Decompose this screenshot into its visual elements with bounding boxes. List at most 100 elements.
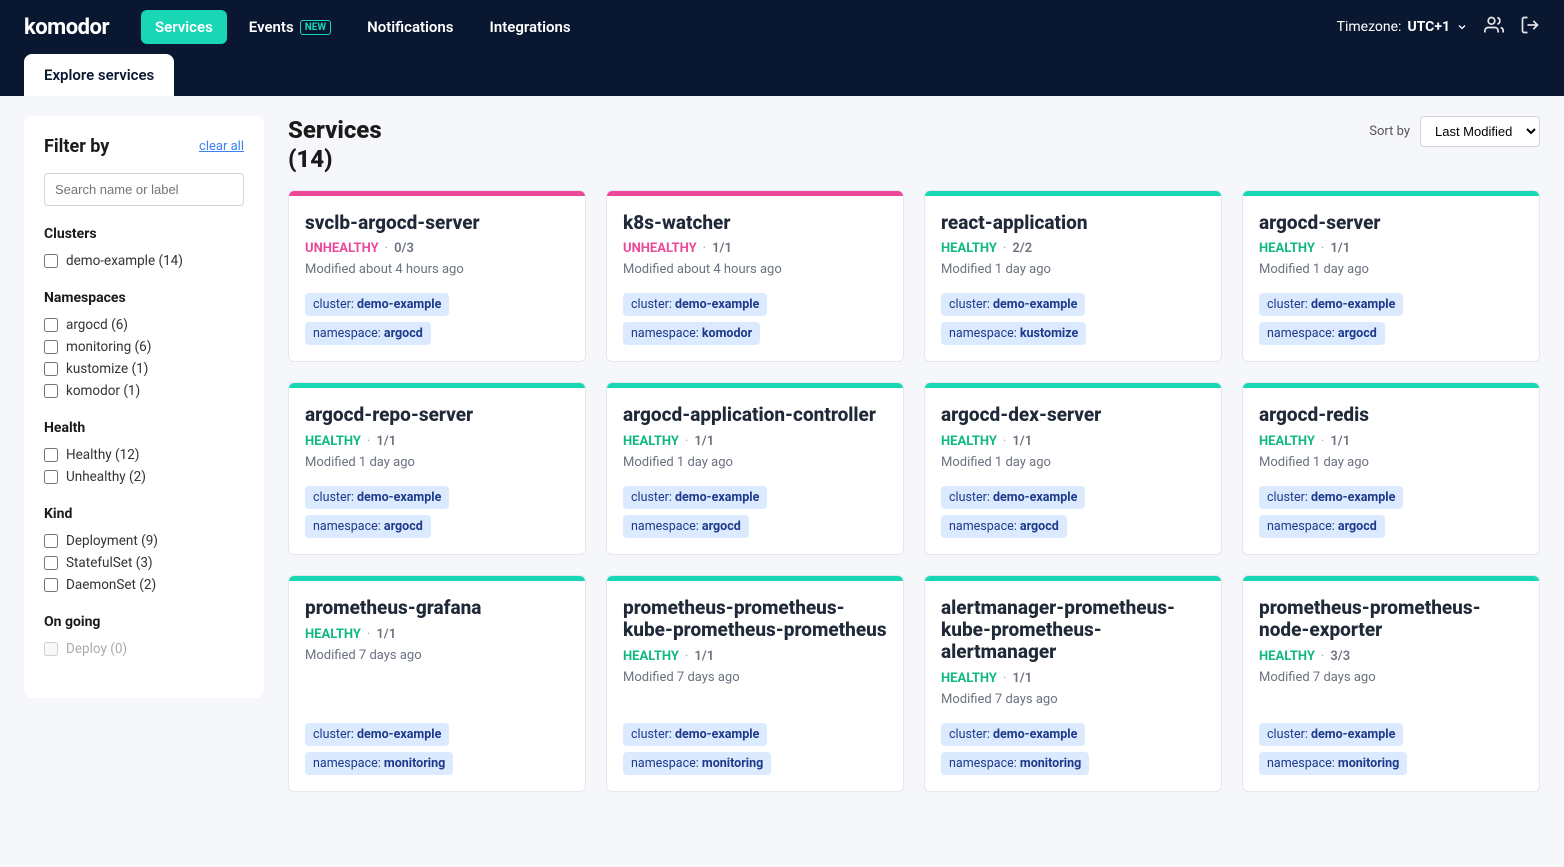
badge-new: NEW [300, 20, 331, 35]
filter-item[interactable]: monitoring (6) [44, 336, 244, 358]
card-status: HEALTHY·1/1 [623, 649, 887, 664]
filter-checkbox[interactable] [44, 556, 58, 570]
tag-namespace: namespace: argocd [1259, 322, 1385, 345]
logout-icon[interactable] [1520, 15, 1540, 39]
tag-namespace: namespace: argocd [305, 322, 431, 345]
main-head: Services (14) Sort by Last Modified [288, 116, 1540, 174]
card-tags: cluster: demo-example namespace: argocd [305, 293, 569, 345]
filter-item[interactable]: Deployment (9) [44, 530, 244, 552]
status-text: HEALTHY [305, 434, 361, 449]
page-title-text: Services [288, 116, 382, 144]
tag-cluster: cluster: demo-example [1259, 723, 1403, 746]
filter-item[interactable]: demo-example (14) [44, 250, 244, 272]
logo[interactable]: komodor [24, 15, 109, 40]
tag-cluster: cluster: demo-example [941, 486, 1085, 509]
team-icon[interactable] [1484, 15, 1504, 39]
tag-namespace: namespace: argocd [305, 515, 431, 538]
service-card[interactable]: argocd-dex-serverHEALTHY·1/1Modified 1 d… [924, 382, 1222, 555]
status-sep: · [1321, 649, 1324, 664]
filter-item[interactable]: Unhealthy (2) [44, 466, 244, 488]
filter-checkbox[interactable] [44, 470, 58, 484]
tag-namespace: namespace: kustomize [941, 322, 1086, 345]
filter-checkbox[interactable] [44, 384, 58, 398]
filter-search-input[interactable] [44, 173, 244, 206]
card-status: UNHEALTHY·1/1 [623, 241, 887, 256]
filter-checkbox[interactable] [44, 318, 58, 332]
service-card[interactable]: prometheus-grafanaHEALTHY·1/1Modified 7 … [288, 575, 586, 792]
filter-item[interactable]: DaemonSet (2) [44, 574, 244, 596]
replicas-text: 3/3 [1330, 649, 1350, 664]
page-title: Services (14) [288, 116, 382, 174]
filter-item[interactable]: kustomize (1) [44, 358, 244, 380]
service-card[interactable]: argocd-application-controllerHEALTHY·1/1… [606, 382, 904, 555]
service-card[interactable]: alertmanager-prometheus-kube-prometheus-… [924, 575, 1222, 792]
card-modified: Modified 1 day ago [941, 455, 1205, 470]
card-title: alertmanager-prometheus-kube-prometheus-… [941, 597, 1205, 663]
filter-title: Filter by [44, 136, 109, 157]
replicas-text: 1/1 [376, 627, 396, 642]
filter-checkbox [44, 642, 58, 656]
nav-item-integrations[interactable]: Integrations [476, 10, 585, 44]
card-status: HEALTHY·2/2 [941, 241, 1205, 256]
tag-cluster: cluster: demo-example [305, 486, 449, 509]
service-card[interactable]: k8s-watcherUNHEALTHY·1/1Modified about 4… [606, 190, 904, 363]
clear-all-link[interactable]: clear all [199, 139, 244, 154]
service-card[interactable]: svclb-argocd-serverUNHEALTHY·0/3Modified… [288, 190, 586, 363]
status-sep: · [1321, 241, 1324, 256]
status-sep: · [685, 434, 688, 449]
service-card[interactable]: argocd-redisHEALTHY·1/1Modified 1 day ag… [1242, 382, 1540, 555]
filter-checkbox[interactable] [44, 534, 58, 548]
card-modified: Modified 1 day ago [1259, 455, 1523, 470]
status-text: HEALTHY [623, 434, 679, 449]
filter-item[interactable]: komodor (1) [44, 380, 244, 402]
filter-checkbox[interactable] [44, 254, 58, 268]
card-modified: Modified 7 days ago [305, 648, 569, 663]
sort-select[interactable]: Last Modified [1420, 116, 1540, 147]
card-modified: Modified 1 day ago [623, 455, 887, 470]
tag-cluster: cluster: demo-example [623, 486, 767, 509]
card-tags: cluster: demo-examplenamespace: monitori… [623, 723, 887, 775]
tag-namespace: namespace: monitoring [305, 752, 453, 775]
filter-group-title: Kind [44, 506, 244, 522]
card-tags: cluster: demo-examplenamespace: monitori… [1259, 723, 1523, 775]
nav-item-services[interactable]: Services [141, 10, 227, 44]
nav-item-notifications[interactable]: Notifications [353, 10, 467, 44]
replicas-text: 1/1 [694, 434, 714, 449]
timezone-selector[interactable]: Timezone: UTC+1 [1337, 19, 1468, 35]
card-modified: Modified 7 days ago [623, 670, 887, 685]
filter-checkbox[interactable] [44, 362, 58, 376]
card-tags: cluster: demo-examplenamespace: argocd [623, 486, 887, 538]
status-sep: · [1003, 671, 1006, 686]
card-tags: cluster: demo-examplenamespace: monitori… [305, 723, 569, 775]
status-sep: · [703, 241, 706, 256]
service-card[interactable]: prometheus-prometheus-kube-prometheus-pr… [606, 575, 904, 792]
filter-item[interactable]: Healthy (12) [44, 444, 244, 466]
service-card[interactable]: argocd-serverHEALTHY·1/1Modified 1 day a… [1242, 190, 1540, 363]
tag-cluster: cluster: demo-example [1259, 486, 1403, 509]
filter-group-title: Health [44, 420, 244, 436]
sidebar-head: Filter by clear all [44, 136, 244, 157]
filter-checkbox[interactable] [44, 340, 58, 354]
card-body: argocd-application-controllerHEALTHY·1/1… [607, 388, 903, 554]
status-text: HEALTHY [941, 434, 997, 449]
filter-checkbox[interactable] [44, 448, 58, 462]
tab-explore-services[interactable]: Explore services [24, 54, 174, 96]
status-text: UNHEALTHY [305, 241, 379, 256]
card-title: svclb-argocd-server [305, 212, 569, 234]
replicas-text: 1/1 [694, 649, 714, 664]
card-tags: cluster: demo-example namespace: argocd [305, 486, 569, 538]
filter-checkbox[interactable] [44, 578, 58, 592]
filter-item-label: monitoring (6) [66, 339, 151, 355]
nav-item-events[interactable]: EventsNEW [235, 10, 345, 44]
replicas-text: 0/3 [394, 241, 414, 256]
filter-item[interactable]: StatefulSet (3) [44, 552, 244, 574]
tag-cluster: cluster: demo-example [305, 293, 449, 316]
service-card[interactable]: prometheus-prometheus-node-exporterHEALT… [1242, 575, 1540, 792]
filter-item[interactable]: argocd (6) [44, 314, 244, 336]
service-card[interactable]: argocd-repo-serverHEALTHY·1/1Modified 1 … [288, 382, 586, 555]
replicas-text: 1/1 [376, 434, 396, 449]
status-text: HEALTHY [305, 627, 361, 642]
tag-cluster: cluster: demo-example [623, 723, 767, 746]
service-card[interactable]: react-applicationHEALTHY·2/2Modified 1 d… [924, 190, 1222, 363]
tag-namespace: namespace: argocd [941, 515, 1067, 538]
